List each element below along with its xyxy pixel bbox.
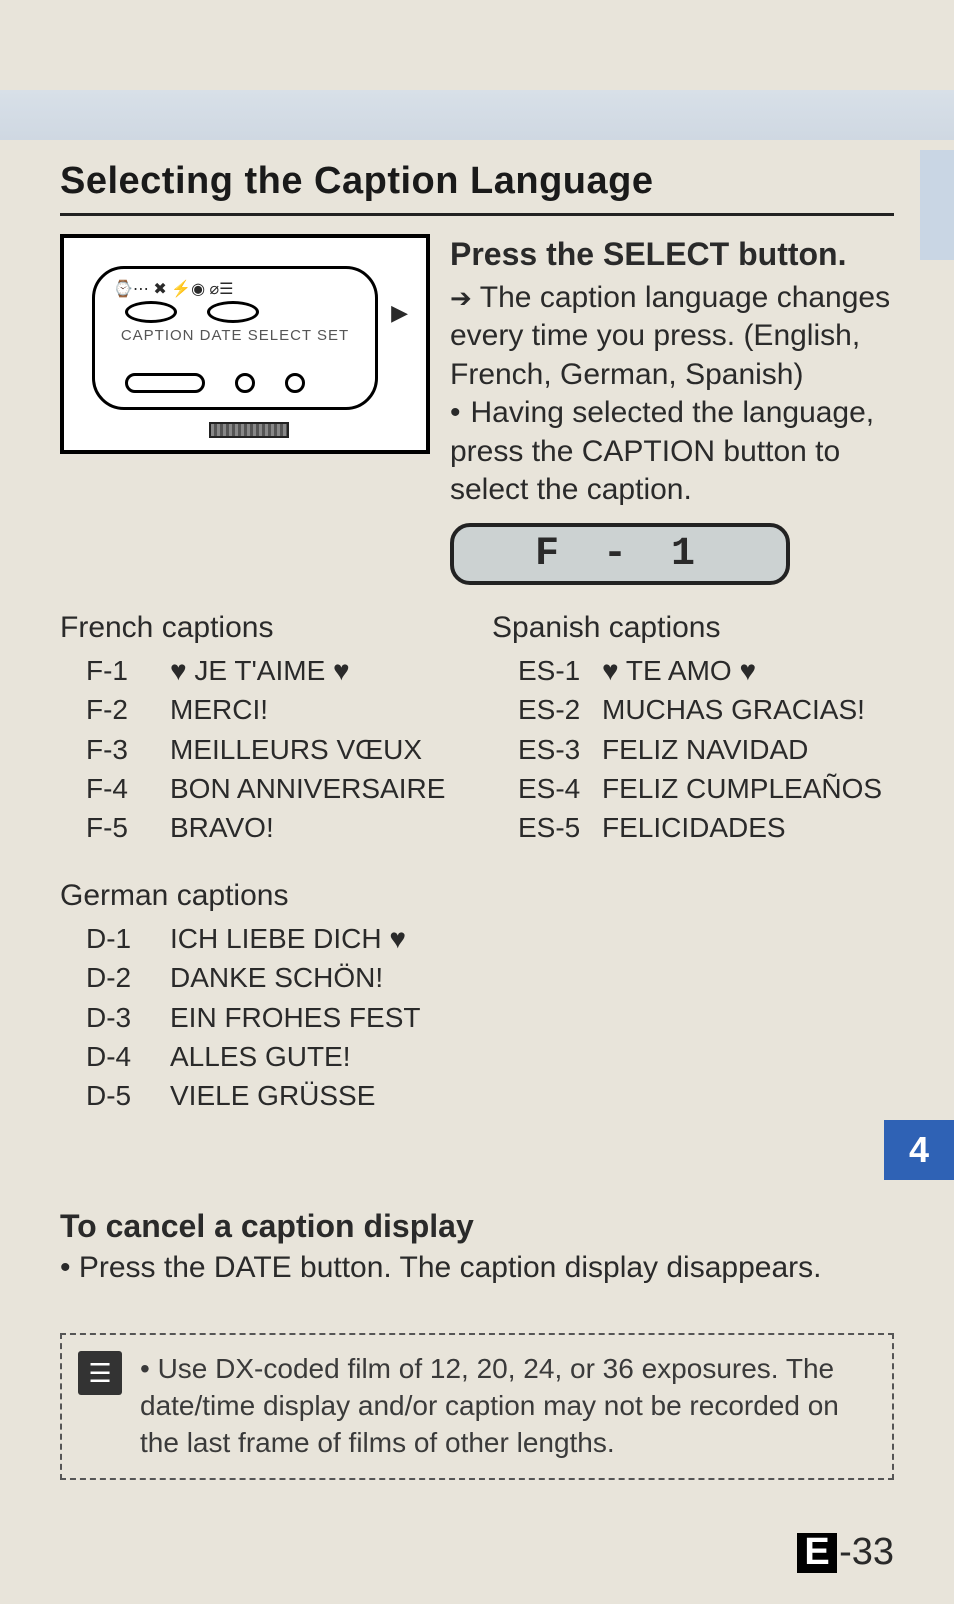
caption-text: FELICIDADES [602,808,786,847]
camera-figure: ⌚⋯ ✖ ⚡◉ ⌀☰ CAPTION DATE SELECT SET ▶ [60,234,430,454]
caption-text: EIN FROHES FEST [170,998,420,1037]
instruction-heading: Press the SELECT button. [450,234,894,275]
german-captions-title: German captions [60,875,462,917]
chapter-tab: 4 [884,1120,954,1180]
caption-text: FELIZ CUMPLEAÑOS [602,769,882,808]
caption-code: ES-4 [518,769,586,808]
camera-top-icons: ⌚⋯ ✖ ⚡◉ ⌀☰ [113,279,357,299]
french-captions-title: French captions [60,607,462,649]
decorative-stripe [920,150,954,260]
note-box: ☰ • Use DX-coded film of 12, 20, 24, or … [60,1333,894,1480]
caption-text: MERCI! [170,690,268,729]
page-num-value: -33 [839,1531,894,1574]
instruction-arrow-line: The caption language changes every time … [450,279,894,394]
caption-text: BRAVO! [170,808,274,847]
french-captions-list: F-1 ♥ JE T'AIME ♥ F-2 MERCI! F-3 MEILLEURS … [60,651,462,847]
caption-code: ES-3 [518,730,586,769]
camera-button-circle [285,373,305,393]
play-indicator-icon: ▶ [391,300,408,326]
cancel-body: • Press the DATE button. The caption dis… [60,1248,894,1289]
caption-text: DANKE SCHÖN! [170,958,383,997]
caption-text: MEILLEURS VŒUX [170,730,422,769]
camera-mid-labels: CAPTION DATE SELECT SET [95,327,375,344]
caption-text: ALLES GUTE! [170,1037,351,1076]
caption-text: ♥ JE T'AIME ♥ [170,651,350,690]
caption-code: ES-5 [518,808,586,847]
caption-code: ES-1 [518,651,586,690]
caption-code: F-2 [86,690,154,729]
caption-text: FELIZ NAVIDAD [602,730,808,769]
caption-code: F-1 [86,651,154,690]
caption-code: ES-2 [518,690,586,729]
page-title: Selecting the Caption Language [60,160,894,203]
caption-code: D-1 [86,919,154,958]
caption-code: F-4 [86,769,154,808]
lcd-display: F - 1 [450,523,790,585]
caption-text: VIELE GRÜSSE [170,1076,375,1115]
caption-text: BON ANNIVERSAIRE [170,769,445,808]
caption-text: ♥ TE AMO ♥ [602,651,756,690]
camera-button-long-oval [125,373,205,393]
page-number: E-33 [797,1531,894,1574]
caption-code: D-3 [86,998,154,1037]
note-icon: ☰ [78,1351,122,1395]
caption-text: ICH LIEBE DICH ♥ [170,919,406,958]
note-body: • Use DX-coded film of 12, 20, 24, or 36… [140,1351,872,1462]
camera-shutter [209,422,289,438]
instruction-dot-line: Having selected the language, press the … [450,394,894,509]
caption-code: D-2 [86,958,154,997]
caption-text: MUCHAS GRACIAS! [602,690,865,729]
heading-rule [60,213,894,216]
camera-button-oval [207,301,259,323]
decorative-band [0,90,954,140]
spanish-captions-title: Spanish captions [492,607,894,649]
caption-code: F-3 [86,730,154,769]
cancel-heading: To cancel a caption display [60,1205,894,1248]
page-prefix: E [797,1533,837,1573]
german-captions-list: D-1 ICH LIEBE DICH ♥ D-2 DANKE SCHÖN! D-3 E… [60,919,462,1115]
caption-code: D-4 [86,1037,154,1076]
caption-code: D-5 [86,1076,154,1115]
camera-button-oval [125,301,177,323]
caption-code: F-5 [86,808,154,847]
spanish-captions-list: ES-1 ♥ TE AMO ♥ ES-2 MUCHAS GRACIAS! ES-3 F… [492,651,894,847]
camera-button-circle [235,373,255,393]
